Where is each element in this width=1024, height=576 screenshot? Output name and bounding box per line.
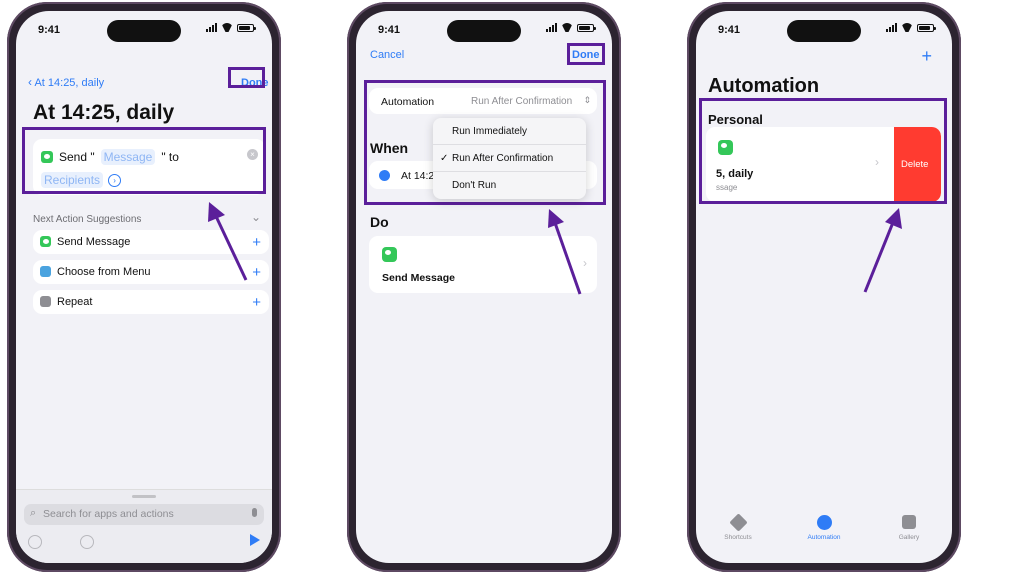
status-time: 9:41 [378, 24, 401, 36]
status-time: 9:41 [718, 24, 741, 36]
arrow-annotation-2 [548, 209, 582, 295]
messages-icon [40, 236, 51, 247]
tab-shortcuts[interactable]: Shortcuts [716, 509, 760, 541]
suggestions-header: Next Action Suggestions [33, 214, 142, 225]
wifi-icon [221, 23, 233, 32]
wifi-icon [901, 23, 913, 32]
tab-label: Gallery [898, 534, 920, 541]
phone-3-screen: 9:41 + Automation Personal 5, daily ssag… [696, 11, 952, 563]
cancel-button[interactable]: Cancel [370, 49, 404, 61]
tab-bar: Shortcuts Automation Gallery [696, 509, 952, 557]
arrow-annotation-3 [863, 208, 902, 293]
suggestion-label: Send Message [57, 236, 131, 248]
back-button[interactable]: ‹ At 14:25, daily [28, 75, 104, 89]
wifi-icon [561, 23, 573, 32]
signal-icon [206, 23, 217, 32]
dynamic-island [447, 20, 521, 42]
menu-item-dont-run[interactable]: Don't Run [433, 172, 586, 198]
back-label: At 14:25, daily [34, 77, 105, 89]
search-field[interactable]: ⌕ Search for apps and actions [24, 504, 264, 525]
tab-label: Automation [807, 534, 841, 541]
microphone-icon[interactable] [252, 508, 257, 517]
dynamic-island [107, 20, 181, 42]
page-title: At 14:25, daily [33, 101, 175, 124]
status-icons [546, 23, 596, 32]
status-icons [886, 23, 936, 32]
search-icon: ⌕ [30, 507, 37, 519]
shortcuts-icon [728, 513, 748, 532]
tab-automation[interactable]: Automation [802, 509, 846, 541]
menu-item-label: Run Immediately [452, 126, 528, 137]
highlight-done [228, 67, 265, 88]
highlight-done [567, 43, 605, 65]
messages-icon [382, 247, 397, 262]
chevron-left-icon: ‹ [28, 75, 32, 89]
add-icon[interactable]: + [252, 295, 261, 310]
dynamic-island [787, 20, 861, 42]
action-search-sheet: ⌕ Search for apps and actions [16, 489, 272, 563]
highlight-delete-row [699, 98, 947, 204]
gallery-icon [902, 515, 916, 529]
repeat-icon [40, 296, 51, 307]
menu-icon [40, 266, 51, 277]
signal-icon [546, 23, 557, 32]
phone-3-frame: 9:41 + Automation Personal 5, daily ssag… [687, 2, 961, 572]
do-header: Do [370, 214, 389, 230]
play-icon[interactable] [250, 534, 260, 546]
search-placeholder: Search for apps and actions [43, 508, 174, 520]
battery-icon [237, 23, 256, 32]
sheet-grabber[interactable] [132, 495, 156, 498]
undo-icon[interactable] [28, 535, 42, 549]
suggestion-repeat[interactable]: Repeat + [33, 290, 269, 314]
menu-item-label: Don't Run [452, 180, 497, 191]
battery-icon [917, 23, 936, 32]
signal-icon [886, 23, 897, 32]
tab-gallery[interactable]: Gallery [887, 509, 931, 541]
run-option-menu: Run Immediately ✓ Run After Confirmation… [433, 118, 586, 199]
tab-label: Shortcuts [724, 534, 752, 541]
checkmark-icon: ✓ [440, 153, 449, 164]
redo-icon[interactable] [80, 535, 94, 549]
suggestion-label: Repeat [57, 296, 93, 308]
menu-item-run-immediately[interactable]: Run Immediately [433, 118, 586, 145]
battery-icon [577, 23, 596, 32]
page-title: Automation [708, 75, 820, 97]
do-action-label: Send Message [382, 272, 455, 284]
highlight-action-card [22, 127, 266, 194]
arrow-annotation-1 [208, 202, 248, 281]
menu-item-run-after-confirmation[interactable]: ✓ Run After Confirmation [433, 145, 586, 172]
status-time: 9:41 [38, 24, 61, 36]
status-icons [206, 23, 256, 32]
add-automation-icon[interactable]: + [921, 47, 932, 65]
suggestion-label: Choose from Menu [57, 266, 151, 278]
automation-icon [816, 515, 832, 530]
menu-item-label: Run After Confirmation [452, 153, 554, 164]
